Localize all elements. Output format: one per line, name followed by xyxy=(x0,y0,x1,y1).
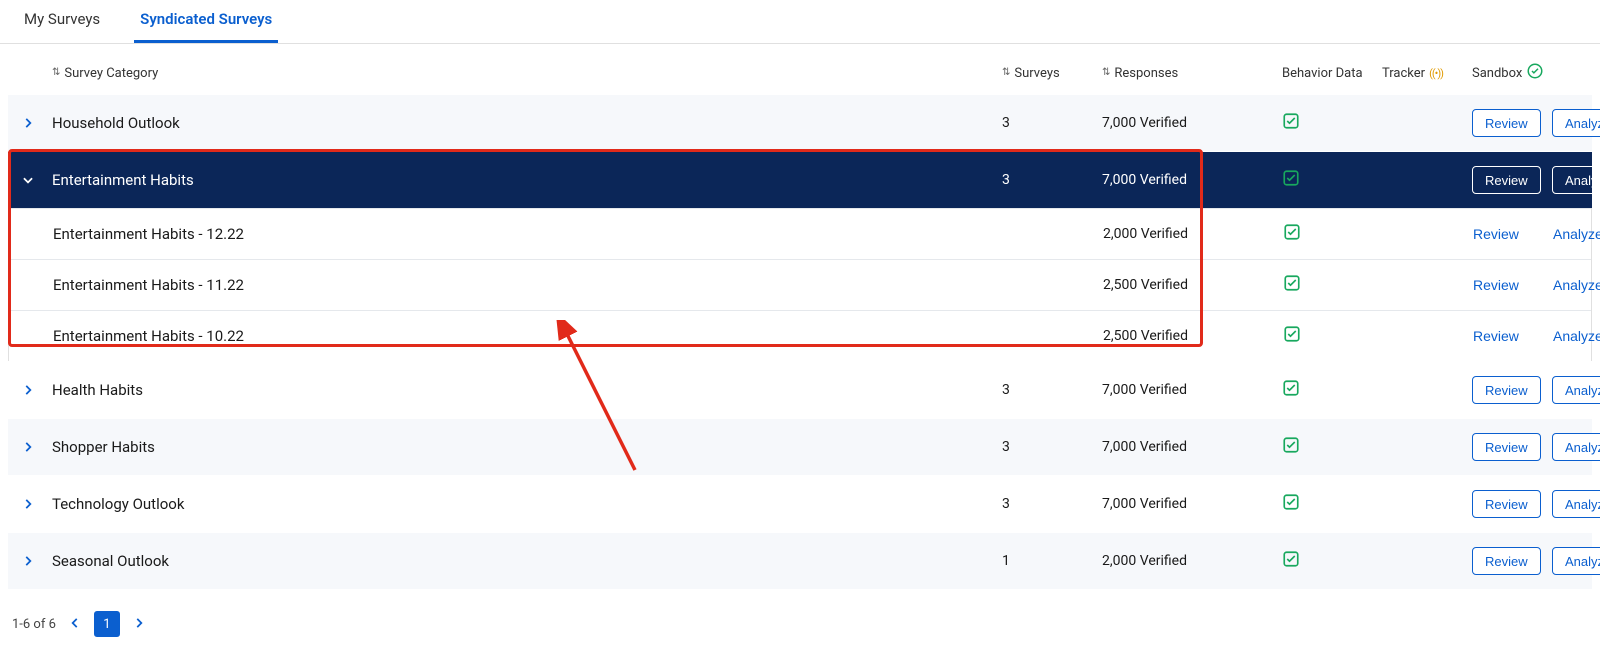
col-label: Tracker xyxy=(1382,66,1425,81)
analyze-button[interactable]: Analyze xyxy=(1553,328,1600,344)
category-row[interactable]: Shopper Habits 3 7,000 Verified Review A… xyxy=(8,418,1592,475)
category-row[interactable]: Health Habits 3 7,000 Verified Review An… xyxy=(8,361,1592,418)
col-label: Sandbox xyxy=(1472,66,1522,81)
review-button[interactable]: Review xyxy=(1472,376,1541,404)
behavior-check xyxy=(1283,223,1383,245)
surveys-count: 3 xyxy=(1002,172,1102,188)
category-name: Seasonal Outlook xyxy=(52,552,1002,570)
col-tracker: Tracker ((•)) xyxy=(1382,66,1472,81)
col-sandbox: Sandbox xyxy=(1472,62,1552,84)
chevron-right-icon[interactable] xyxy=(16,440,40,454)
pager-prev[interactable] xyxy=(66,615,84,634)
col-label: Surveys xyxy=(1014,66,1059,81)
analyze-button[interactable]: Analyze xyxy=(1552,547,1600,575)
category-row[interactable]: Seasonal Outlook 1 2,000 Verified Review… xyxy=(8,532,1592,589)
analyze-button[interactable]: Analyze xyxy=(1552,433,1600,461)
sort-icon: ⇅ xyxy=(1002,68,1010,78)
review-button[interactable]: Review xyxy=(1472,433,1541,461)
analyze-button[interactable]: Analyze xyxy=(1552,166,1600,194)
chevron-right-icon[interactable] xyxy=(16,554,40,568)
behavior-check xyxy=(1282,493,1382,515)
review-button[interactable]: Review xyxy=(1472,547,1541,575)
survey-name: Entertainment Habits - 10.22 xyxy=(53,327,1003,345)
col-label: Responses xyxy=(1114,66,1178,81)
category-name: Household Outlook xyxy=(52,114,1002,132)
chevron-down-icon[interactable] xyxy=(16,173,40,187)
category-name: Health Habits xyxy=(52,381,1002,399)
review-button[interactable]: Review xyxy=(1472,166,1541,194)
check-circle-icon xyxy=(1526,62,1544,84)
responses-count: 7,000 Verified xyxy=(1102,439,1282,455)
review-button[interactable]: Review xyxy=(1473,277,1519,293)
review-button[interactable]: Review xyxy=(1472,109,1541,137)
broadcast-icon: ((•)) xyxy=(1429,67,1443,80)
responses-count: 7,000 Verified xyxy=(1102,382,1282,398)
responses-count: 7,000 Verified xyxy=(1102,115,1282,131)
behavior-check xyxy=(1283,274,1383,296)
analyze-button[interactable]: Analyze xyxy=(1553,277,1600,293)
review-button[interactable]: Review xyxy=(1473,226,1519,242)
chevron-right-icon[interactable] xyxy=(16,497,40,511)
survey-name: Entertainment Habits - 12.22 xyxy=(53,225,1003,243)
behavior-check xyxy=(1282,169,1382,191)
pagination: 1-6 of 6 1 xyxy=(8,589,1592,647)
top-tabs: My Surveys Syndicated Surveys xyxy=(0,0,1600,44)
responses-count: 7,000 Verified xyxy=(1102,172,1282,188)
category-row[interactable]: Household Outlook 3 7,000 Verified Revie… xyxy=(8,94,1592,151)
tab-my-surveys[interactable]: My Surveys xyxy=(18,10,106,43)
behavior-check xyxy=(1283,325,1383,347)
responses-count: 2,000 Verified xyxy=(1103,226,1283,242)
category-name: Entertainment Habits xyxy=(52,171,1002,189)
table-header: ⇅ Survey Category ⇅ Surveys ⇅ Responses … xyxy=(8,52,1592,94)
surveys-count: 3 xyxy=(1002,496,1102,512)
category-name: Technology Outlook xyxy=(52,495,1002,513)
surveys-count: 3 xyxy=(1002,115,1102,131)
pager-range: 1-6 of 6 xyxy=(12,617,56,632)
analyze-button[interactable]: Analyze xyxy=(1552,109,1600,137)
behavior-check xyxy=(1282,436,1382,458)
analyze-button[interactable]: Analyze xyxy=(1553,226,1600,242)
category-row[interactable]: Technology Outlook 3 7,000 Verified Revi… xyxy=(8,475,1592,532)
analyze-button[interactable]: Analyze xyxy=(1552,490,1600,518)
survey-row[interactable]: Entertainment Habits - 10.22 2,500 Verif… xyxy=(9,310,1591,361)
chevron-right-icon[interactable] xyxy=(16,383,40,397)
pager-next[interactable] xyxy=(130,615,148,634)
pager-page-current[interactable]: 1 xyxy=(94,611,120,637)
review-button[interactable]: Review xyxy=(1473,328,1519,344)
responses-count: 2,500 Verified xyxy=(1103,328,1283,344)
behavior-check xyxy=(1282,550,1382,572)
chevron-right-icon[interactable] xyxy=(16,116,40,130)
responses-count: 2,000 Verified xyxy=(1102,553,1282,569)
col-label: Survey Category xyxy=(64,66,158,81)
surveys-count: 3 xyxy=(1002,439,1102,455)
category-name: Shopper Habits xyxy=(52,438,1002,456)
col-behavior-data: Behavior Data xyxy=(1282,66,1382,81)
category-row-expanded[interactable]: Entertainment Habits 3 7,000 Verified Re… xyxy=(8,151,1592,208)
col-survey-category[interactable]: ⇅ Survey Category xyxy=(52,66,1002,81)
behavior-check xyxy=(1282,112,1382,134)
sort-icon: ⇅ xyxy=(52,68,60,78)
analyze-button[interactable]: Analyze xyxy=(1552,376,1600,404)
sub-rows: Entertainment Habits - 12.22 2,000 Verif… xyxy=(8,208,1592,361)
survey-name: Entertainment Habits - 11.22 xyxy=(53,276,1003,294)
surveys-count: 1 xyxy=(1002,553,1102,569)
col-surveys[interactable]: ⇅ Surveys xyxy=(1002,66,1102,81)
survey-row[interactable]: Entertainment Habits - 11.22 2,500 Verif… xyxy=(9,259,1591,310)
sort-icon: ⇅ xyxy=(1102,68,1110,78)
responses-count: 7,000 Verified xyxy=(1102,496,1282,512)
tab-syndicated-surveys[interactable]: Syndicated Surveys xyxy=(134,10,278,43)
review-button[interactable]: Review xyxy=(1472,490,1541,518)
surveys-count: 3 xyxy=(1002,382,1102,398)
responses-count: 2,500 Verified xyxy=(1103,277,1283,293)
survey-row[interactable]: Entertainment Habits - 12.22 2,000 Verif… xyxy=(9,208,1591,259)
behavior-check xyxy=(1282,379,1382,401)
survey-table: ⇅ Survey Category ⇅ Surveys ⇅ Responses … xyxy=(0,44,1600,647)
col-responses[interactable]: ⇅ Responses xyxy=(1102,66,1282,81)
